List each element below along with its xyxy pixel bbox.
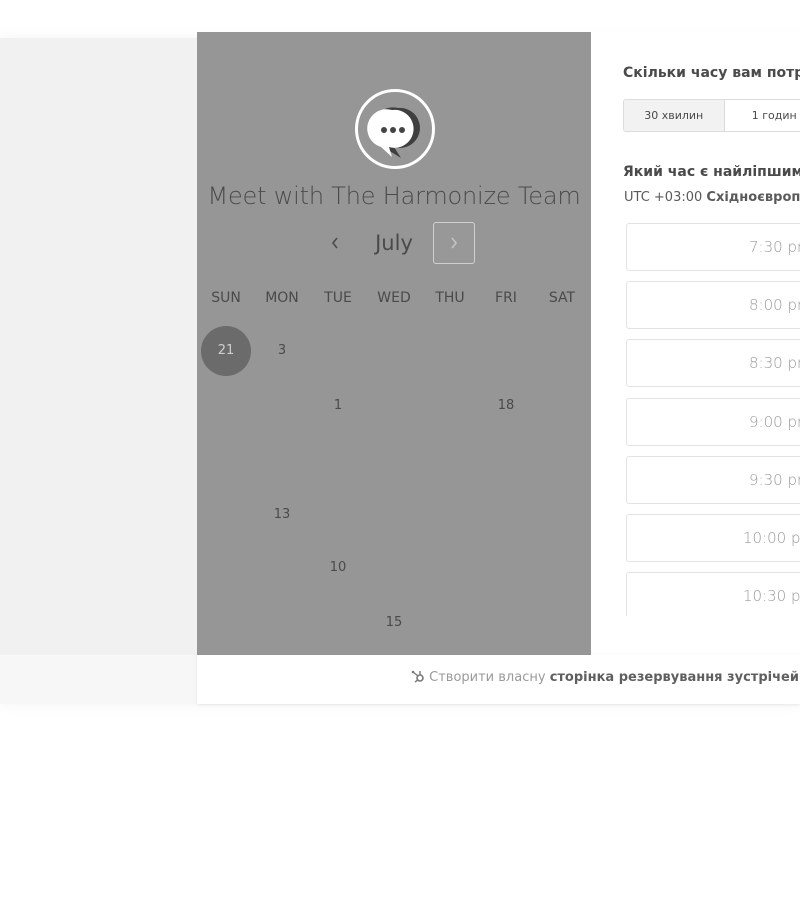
duration-option-30min[interactable]: 30 хвилин <box>624 100 725 131</box>
footer-link-text: сторінка резервування зустрічей <box>549 670 799 685</box>
time-slot[interactable]: 10:00 pm <box>626 514 800 562</box>
time-slot[interactable]: 9:00 pm <box>626 398 800 446</box>
weekday-thu: THU <box>435 290 465 306</box>
time-slot-label: 9:00 pm <box>749 413 800 431</box>
weekday-wed: WED <box>377 290 411 306</box>
time-slot-label: 10:00 pm <box>743 529 800 547</box>
time-slot[interactable]: 10:30 pm <box>626 572 800 616</box>
hubspot-sprocket-icon <box>411 670 424 683</box>
calendar-day[interactable]: 10 <box>313 543 363 593</box>
time-slot-label: 10:30 pm <box>743 587 800 605</box>
calendar-day[interactable]: 1 <box>313 381 363 431</box>
time-slot-label: 8:00 pm <box>749 296 800 314</box>
time-slot[interactable]: 7:30 pm <box>626 223 800 271</box>
create-booking-page-link[interactable]: Створити власну сторінка резервування зу… <box>411 655 799 701</box>
weekday-tue: TUE <box>324 290 352 306</box>
meeting-title: Meet with The Harmonize Team <box>207 182 581 210</box>
previous-month-button[interactable] <box>321 222 349 264</box>
page: Meet with The Harmonize Team July SUN MO… <box>0 0 800 900</box>
chat-bubble-logo-icon <box>355 89 435 169</box>
calendar-day[interactable]: 15 <box>369 598 419 648</box>
timezone-name: Східноєвропе <box>706 190 800 205</box>
time-slot-label: 9:30 pm <box>749 471 800 489</box>
duration-option-1hour[interactable]: 1 годин <box>725 100 800 131</box>
timezone-selector[interactable]: UTC +03:00 Східноєвропе <box>624 190 800 205</box>
calendar-day-selected[interactable]: 21 <box>201 326 251 376</box>
calendar-day[interactable]: 3 <box>257 326 307 376</box>
weekday-fri: FRI <box>495 290 517 306</box>
duration-selector: 30 хвилин 1 годин <box>623 99 800 132</box>
month-label: July <box>375 231 413 255</box>
booking-panel: Скільки часу вам потр 30 хвилин 1 годин … <box>591 32 800 655</box>
time-slot-label: 7:30 pm <box>749 238 800 256</box>
time-slot[interactable]: 9:30 pm <box>626 456 800 504</box>
time-slot-label: 8:30 pm <box>749 354 800 372</box>
calendar-panel: Meet with The Harmonize Team July SUN MO… <box>197 32 591 655</box>
weekday-sun: SUN <box>211 290 241 306</box>
chevron-right-icon <box>451 237 458 249</box>
footer-prefix: Створити власну <box>429 670 546 685</box>
month-navigation: July <box>197 222 591 264</box>
calendar-day[interactable]: 13 <box>257 490 307 540</box>
duration-question: Скільки часу вам потр <box>623 65 800 81</box>
chevron-left-icon <box>331 237 338 249</box>
time-slot[interactable]: 8:30 pm <box>626 339 800 387</box>
calendar-day[interactable]: 18 <box>481 381 531 431</box>
timezone-offset: UTC +03:00 <box>624 190 703 205</box>
time-slot[interactable]: 8:00 pm <box>626 281 800 329</box>
time-slot-list: 7:30 pm 8:00 pm 8:30 pm 9:00 pm 9:30 pm … <box>626 223 800 616</box>
next-month-button[interactable] <box>433 222 475 264</box>
footer: Створити власну сторінка резервування зу… <box>197 655 800 704</box>
time-question: Який час є найліпшим <box>623 164 800 180</box>
weekday-sat: SAT <box>548 290 576 306</box>
weekday-mon: MON <box>265 290 299 306</box>
